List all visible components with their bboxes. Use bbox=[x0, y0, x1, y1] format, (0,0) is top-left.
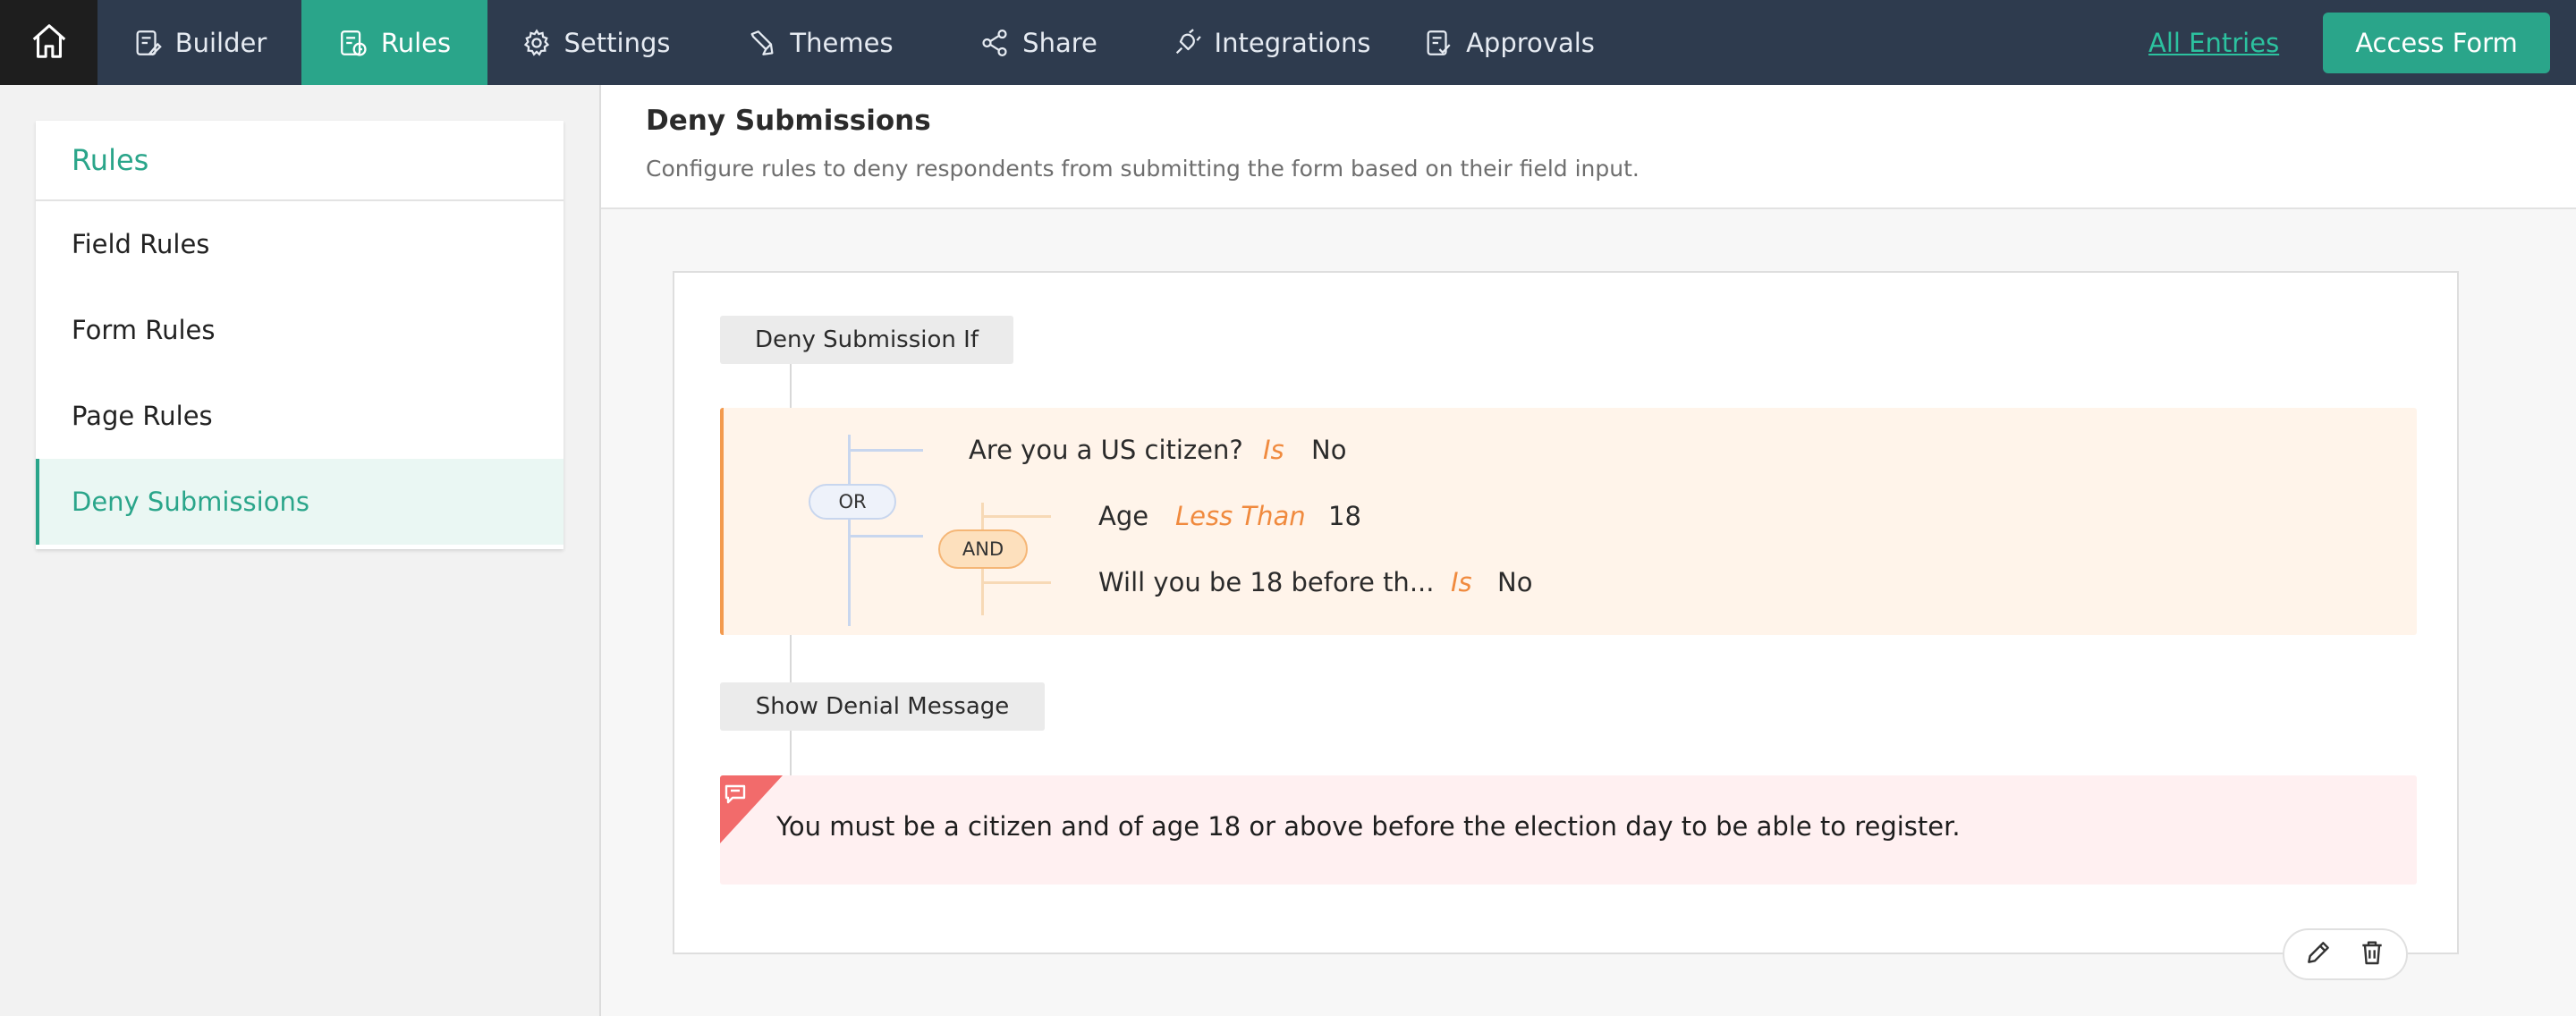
condition-field: Are you a US citizen? bbox=[969, 435, 1243, 465]
main-header: Deny Submissions Configure rules to deny… bbox=[601, 85, 2576, 209]
sidebar-item-deny-submissions[interactable]: Deny Submissions bbox=[36, 459, 564, 545]
deny-condition-label: Deny Submission If bbox=[720, 316, 1013, 364]
and-badge: AND bbox=[938, 529, 1028, 569]
condition-operator: Less Than bbox=[1175, 501, 1306, 531]
condition-field: Age bbox=[1098, 501, 1149, 531]
nav-themes[interactable]: Themes bbox=[704, 0, 936, 85]
builder-icon bbox=[132, 28, 163, 58]
all-entries-link[interactable]: All Entries bbox=[2148, 0, 2279, 85]
conditions-block: OR AND Are you a US citizen? Is No Age L… bbox=[720, 408, 2417, 635]
brush-icon bbox=[747, 28, 777, 58]
nav-approvals-label: Approvals bbox=[1466, 27, 1595, 58]
page-description: Configure rules to deny respondents from… bbox=[646, 156, 1640, 182]
home-button[interactable] bbox=[0, 0, 97, 85]
connector-line bbox=[790, 731, 792, 777]
or-tree-line bbox=[848, 435, 851, 626]
condition-value: No bbox=[1311, 435, 1347, 465]
nav-integrations-label: Integrations bbox=[1214, 27, 1371, 58]
nav-builder[interactable]: Builder bbox=[97, 0, 301, 85]
nav-themes-label: Themes bbox=[790, 27, 894, 58]
action-label: Show Denial Message bbox=[720, 682, 1045, 731]
nav-settings[interactable]: Settings bbox=[487, 0, 704, 85]
pencil-icon bbox=[2304, 938, 2333, 970]
access-form-button[interactable]: Access Form bbox=[2323, 13, 2550, 73]
plug-icon bbox=[1172, 28, 1202, 58]
denial-message-block: You must be a citizen and of age 18 or a… bbox=[720, 775, 2417, 885]
share-icon bbox=[979, 28, 1010, 58]
nav-rules[interactable]: Rules bbox=[301, 0, 487, 85]
nav-approvals[interactable]: Approvals bbox=[1402, 0, 1616, 85]
or-branch-line bbox=[848, 535, 923, 538]
and-branch-line bbox=[981, 515, 1051, 518]
condition-field: Will you be 18 before th... bbox=[1098, 567, 1435, 597]
gear-icon bbox=[521, 28, 552, 58]
condition-value: 18 bbox=[1328, 501, 1361, 531]
denial-message-text: You must be a citizen and of age 18 or a… bbox=[776, 811, 1961, 842]
and-branch-line bbox=[981, 581, 1051, 584]
sidebar-item-page-rules[interactable]: Page Rules bbox=[36, 373, 564, 459]
page-title: Deny Submissions bbox=[646, 105, 931, 137]
rule-action-bar bbox=[2283, 928, 2408, 980]
nav-rules-label: Rules bbox=[380, 27, 452, 58]
deny-rule-card: Deny Submission If OR AND Are you a US c… bbox=[673, 271, 2459, 954]
delete-rule-button[interactable] bbox=[2352, 935, 2392, 974]
connector-line bbox=[790, 635, 792, 684]
message-icon bbox=[720, 775, 783, 843]
edit-rule-button[interactable] bbox=[2299, 935, 2338, 974]
or-badge: OR bbox=[809, 484, 896, 520]
home-icon bbox=[29, 21, 70, 65]
nav-share[interactable]: Share bbox=[936, 0, 1140, 85]
nav-integrations[interactable]: Integrations bbox=[1140, 0, 1402, 85]
rules-sidebar: Rules Field Rules Form Rules Page Rules … bbox=[36, 121, 564, 549]
sidebar-item-form-rules[interactable]: Form Rules bbox=[36, 287, 564, 373]
connector-line bbox=[790, 364, 792, 410]
sidebar-title: Rules bbox=[72, 143, 149, 177]
main-content: Deny Submissions Configure rules to deny… bbox=[601, 85, 2576, 1016]
or-branch-line bbox=[848, 449, 923, 452]
sidebar-item-field-rules[interactable]: Field Rules bbox=[36, 201, 564, 287]
condition-operator: Is bbox=[1263, 435, 1284, 465]
condition-operator: Is bbox=[1451, 567, 1472, 597]
nav-share-label: Share bbox=[1022, 27, 1097, 58]
approvals-icon bbox=[1423, 28, 1453, 58]
nav-settings-label: Settings bbox=[564, 27, 671, 58]
trash-icon bbox=[2358, 938, 2386, 970]
nav-builder-label: Builder bbox=[174, 27, 267, 58]
rules-icon bbox=[338, 28, 369, 58]
condition-value: No bbox=[1497, 567, 1533, 597]
top-navigation-bar: Builder Rules Settings Themes Share Inte… bbox=[0, 0, 2576, 85]
